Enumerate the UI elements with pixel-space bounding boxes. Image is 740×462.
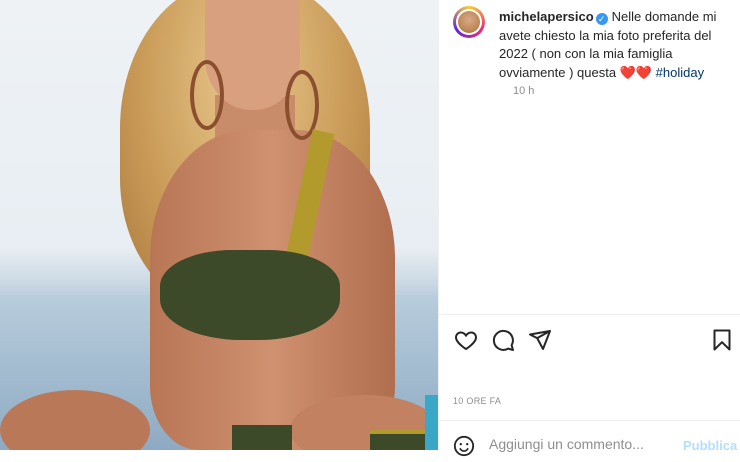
hashtag-link[interactable]: #holiday	[656, 65, 704, 80]
caption-text-block: michelapersico ✓ Nelle domande mi avete ch…	[499, 8, 739, 82]
post-side-panel: michelapersico ✓ Nelle domande mi avete ch…	[438, 0, 740, 457]
caption-timestamp[interactable]: 10 h	[513, 85, 534, 97]
divider	[439, 314, 740, 315]
paper-plane-icon[interactable]	[527, 327, 553, 353]
verified-badge-icon: ✓	[595, 13, 608, 25]
bikini-top	[160, 250, 340, 340]
action-bar	[453, 327, 733, 355]
divider	[439, 420, 740, 421]
bikini-bottom-side	[370, 430, 430, 450]
heart-icon[interactable]	[453, 327, 479, 353]
avatar[interactable]	[453, 6, 485, 38]
bookmark-icon[interactable]	[709, 327, 735, 353]
comment-form: Pubblica	[453, 432, 737, 462]
username-link[interactable]: michelapersico	[499, 9, 594, 24]
earring-left	[190, 60, 224, 130]
emoji-icon[interactable]	[453, 435, 475, 457]
post-photo[interactable]	[0, 0, 438, 450]
bikini-bottom	[232, 425, 292, 450]
comment-icon[interactable]	[490, 327, 516, 353]
publish-button[interactable]: Pubblica	[683, 438, 737, 453]
post-date[interactable]: 10 ORE FA	[453, 396, 501, 406]
towel	[425, 395, 438, 450]
